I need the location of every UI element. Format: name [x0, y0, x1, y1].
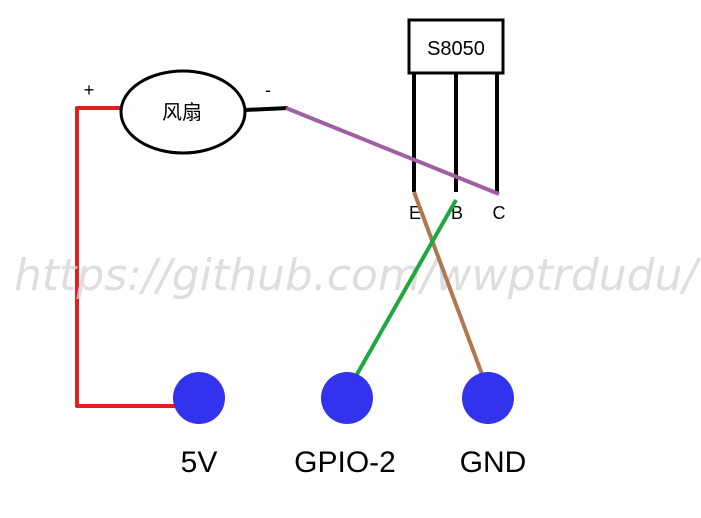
fan-minus-lead	[244, 106, 289, 112]
terminal-gnd: GND	[460, 372, 527, 479]
circuit-diagram: 风扇 + - S8050 E B C https://github.com/ww…	[14, 18, 701, 479]
fan-label: 风扇	[162, 101, 202, 124]
terminal-gpio-2: GPIO-2	[294, 372, 396, 479]
fan-minus-label: -	[265, 80, 271, 100]
terminal-gnd-dot	[462, 372, 514, 424]
fan-to-collector-wire	[285, 106, 500, 196]
terminal-5v-dot	[173, 372, 225, 424]
fan: 风扇 + -	[84, 69, 271, 155]
terminal-gnd-label: GND	[460, 446, 527, 479]
terminal-gpio-2-dot	[321, 372, 373, 424]
watermark: https://github.com/wwptrdudu/	[14, 250, 701, 301]
transistor-pin-c-label: C	[493, 203, 506, 223]
terminal-gpio-2-label: GPIO-2	[294, 446, 396, 479]
fan-plus-label: +	[84, 80, 95, 100]
terminal-5v: 5V	[173, 372, 225, 479]
transistor-label: S8050	[427, 38, 485, 60]
terminal-5v-label: 5V	[181, 446, 218, 479]
